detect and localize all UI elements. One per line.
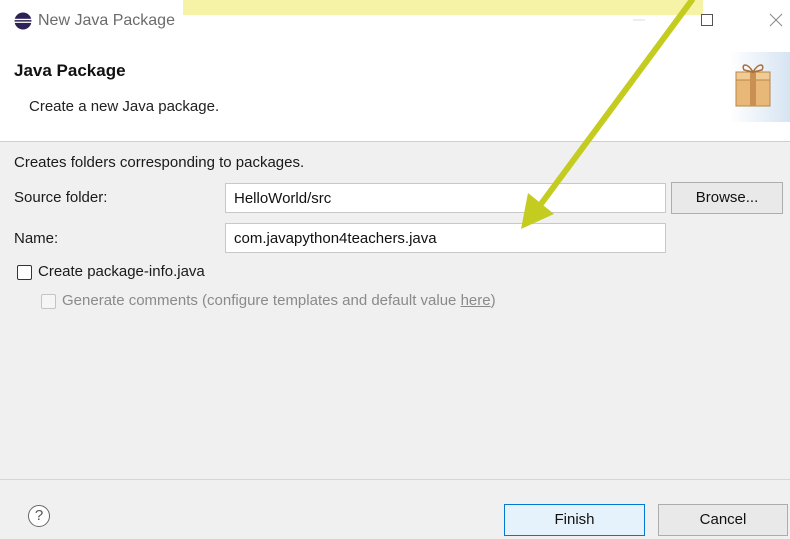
wizard-header xyxy=(0,44,790,140)
maximize-icon[interactable] xyxy=(692,8,722,32)
minimize-icon[interactable] xyxy=(624,8,654,32)
help-icon[interactable]: ? xyxy=(28,505,50,527)
generate-comments-suffix: ) xyxy=(490,292,496,309)
eclipse-icon xyxy=(14,12,32,30)
generate-comments-checkbox[interactable] xyxy=(41,294,56,309)
browse-button[interactable]: Browse... xyxy=(671,182,783,214)
finish-button[interactable]: Finish xyxy=(504,504,645,536)
source-folder-label: Source folder: xyxy=(14,189,108,206)
generate-comments-label: Generate comments (configure templates a… xyxy=(62,291,496,311)
create-package-info-label[interactable]: Create package-info.java xyxy=(38,262,205,282)
package-name-input[interactable] xyxy=(225,223,666,253)
form-intro: Creates folders corresponding to package… xyxy=(14,154,305,171)
cancel-button[interactable]: Cancel xyxy=(658,504,788,536)
generate-comments-text: Generate comments (configure templates a… xyxy=(62,292,461,309)
templates-link[interactable]: here xyxy=(461,292,491,309)
package-icon xyxy=(730,52,790,122)
window-title: New Java Package xyxy=(38,12,175,29)
create-package-info-checkbox[interactable] xyxy=(17,265,32,280)
source-folder-input[interactable] xyxy=(225,183,666,213)
page-title: Java Package xyxy=(14,61,126,80)
close-icon[interactable] xyxy=(760,8,790,32)
page-description: Create a new Java package. xyxy=(29,98,220,115)
name-label: Name: xyxy=(14,230,59,247)
